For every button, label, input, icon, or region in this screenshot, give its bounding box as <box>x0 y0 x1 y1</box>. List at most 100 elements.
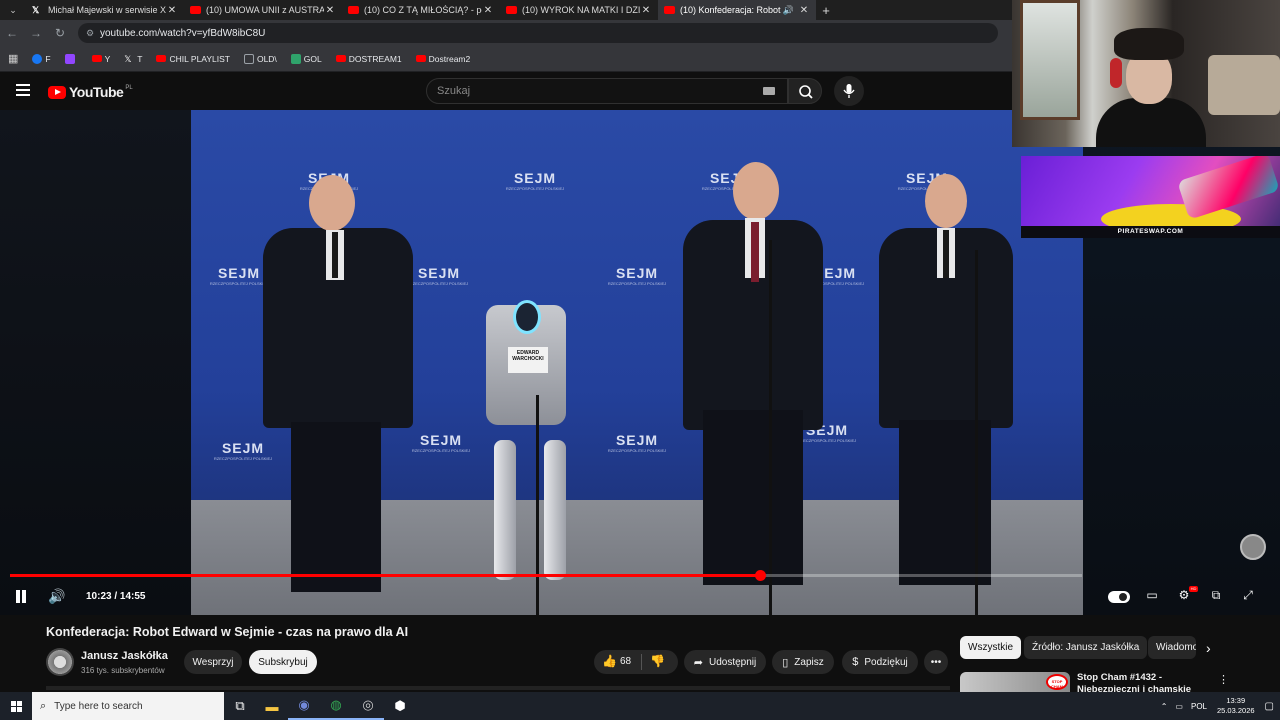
video-title: Konfederacja: Robot Edward w Sejmie - cz… <box>46 625 409 639</box>
file-explorer-icon[interactable]: ▬ <box>256 692 288 720</box>
apps-grid-icon[interactable]: ▦ <box>8 52 18 65</box>
bookmark-label: OLD\ <box>256 53 277 64</box>
bookmark-dostream2[interactable]: Dostream2 <box>415 53 471 64</box>
new-tab-button[interactable]: + <box>816 3 836 18</box>
more-actions-button[interactable]: ••• <box>924 650 948 674</box>
x-icon: 𝕏 <box>124 53 132 64</box>
logo-country: PL <box>125 85 133 91</box>
more-vertical-icon[interactable]: ⋮ <box>1218 673 1229 686</box>
speaker-icon[interactable]: 🔊 <box>783 5 794 16</box>
bookmark-gol[interactable]: GOL <box>290 53 322 64</box>
sejm-logo-text: SEJMRZECZPOSPOLITEJ POLSKIEJ <box>411 432 471 453</box>
youtube-logo[interactable]: YouTube PL <box>48 84 133 100</box>
close-tab-icon[interactable]: ✕ <box>482 5 494 16</box>
microphone-icon <box>843 84 855 98</box>
miniplayer-icon[interactable]: ⧉ <box>1207 588 1225 604</box>
fullscreen-icon[interactable]: ⤢ <box>1239 588 1257 604</box>
chip-news[interactable]: Wiadomo <box>1148 636 1196 659</box>
chip-source[interactable]: Źródło: Janusz Jaskółka <box>1024 636 1148 659</box>
language-indicator[interactable]: POL <box>1191 702 1207 711</box>
bookmark-label: DOSTREAM1 <box>348 53 402 64</box>
close-tab-icon[interactable]: ✕ <box>798 5 810 16</box>
browser-tab-3[interactable]: (10) WYROK NA MATKI I DZIECI ✕ <box>500 0 658 20</box>
bookmark-label: Dostream2 <box>428 53 471 64</box>
youtube-icon <box>190 6 201 14</box>
webcam-window-background <box>1020 0 1080 120</box>
more-dots-icon: ••• <box>930 656 942 668</box>
tab-search-chevron-icon[interactable]: ⌄ <box>0 0 26 20</box>
sejm-logo-text: SEJMRZECZPOSPOLITEJ POLSKIEJ <box>607 265 667 286</box>
subscribe-button[interactable]: Subskrybuj <box>249 650 317 674</box>
chevron-right-icon[interactable]: › <box>1206 640 1211 656</box>
share-button[interactable]: ➦ Udostępnij <box>684 650 766 674</box>
hd-badge: HD <box>1189 586 1198 592</box>
bookmark-old[interactable]: OLD\ <box>243 53 277 64</box>
search-input[interactable]: Szukaj <box>426 78 788 104</box>
channel-avatar[interactable] <box>46 648 74 676</box>
bookmark-twitch[interactable] <box>64 53 78 64</box>
obs-icon[interactable]: ◎ <box>352 692 384 720</box>
browser-tab-1[interactable]: (10) UMOWA UNII z AUSTRALIĄ ✕ <box>184 0 342 20</box>
pause-icon[interactable] <box>15 590 27 603</box>
back-arrow-icon[interactable]: ← <box>0 26 24 40</box>
bookmark-f[interactable]: F <box>32 53 51 64</box>
bookmark-label: Y <box>104 53 111 64</box>
bookmark-chil-playlist[interactable]: CHIL PLAYLIST <box>156 53 230 64</box>
keyboard-icon[interactable] <box>763 87 775 95</box>
channel-name[interactable]: Janusz Jaskółka <box>81 650 168 662</box>
chrome-icon[interactable]: ◍ <box>320 692 352 720</box>
reload-icon[interactable]: ↻ <box>48 26 72 40</box>
recommended-title[interactable]: Stop Cham #1432 - Niebezpieczni i chamsk… <box>1077 672 1197 692</box>
recommended-thumbnail[interactable]: STOP CHAM <box>960 672 1070 692</box>
close-tab-icon[interactable]: ✕ <box>640 5 652 16</box>
browser-tab-2[interactable]: (10) CO Z TĄ MIŁOŚCIĄ? - pole ✕ <box>342 0 500 20</box>
video-frame[interactable]: SEJM RZECZPOSPOLITEJ POLSKIEJ SEJM RZECZPO… <box>191 110 1083 615</box>
discord-icon[interactable]: ◉ <box>288 692 320 720</box>
notifications-icon[interactable]: ▢ <box>1265 701 1274 712</box>
volume-icon[interactable]: 🔊 <box>48 588 65 605</box>
windows-start-icon[interactable] <box>0 692 32 720</box>
microphone-stand <box>769 240 772 615</box>
close-tab-icon[interactable]: ✕ <box>166 5 178 16</box>
logo-text: YouTube <box>69 84 124 100</box>
bookmark-t[interactable]: 𝕏T <box>124 54 142 64</box>
thumbs-up-icon[interactable]: 👍 <box>602 654 617 668</box>
support-button[interactable]: Wesprzyj <box>184 650 242 674</box>
bookmark-dostream1[interactable]: DOSTREAM1 <box>335 53 402 64</box>
browser-tab-4-active[interactable]: (10) Konfederacja: Robot Ed 🔊 ✕ <box>658 0 816 20</box>
speaker-tie <box>332 232 338 278</box>
search-button[interactable] <box>788 78 822 104</box>
tab-title: (10) CO Z TĄ MIŁOŚCIĄ? - pole <box>364 5 482 15</box>
taskbar-search-placeholder: Type here to search <box>54 700 143 712</box>
progress-bar[interactable] <box>10 570 1082 581</box>
speaker-legs <box>291 422 381 592</box>
thanks-button[interactable]: $ Podziękuj <box>842 650 918 674</box>
menu-hamburger-icon[interactable] <box>16 84 30 96</box>
clock[interactable]: 13:39 25.03.2026 <box>1217 696 1255 716</box>
thumbs-down-icon[interactable]: 👎 <box>650 654 665 668</box>
network-icon[interactable]: ▭ <box>1175 702 1183 711</box>
robot-leg <box>544 440 566 580</box>
channel-watermark-icon[interactable] <box>1240 534 1266 560</box>
taskbar-search-input[interactable]: ⌕ Type here to search <box>32 692 224 720</box>
description-box-edge <box>46 686 950 690</box>
pin-app-icon[interactable]: ⬢ <box>384 692 416 720</box>
save-button[interactable]: ▯ Zapisz <box>772 650 834 674</box>
browser-tab-0[interactable]: 𝕏 Michał Majewski w serwisie X: ✕ <box>26 0 184 20</box>
url-field[interactable]: ⚙ youtube.com/watch?v=yfBdW8ibC8U <box>78 23 998 43</box>
task-view-icon[interactable]: ⧉ <box>224 692 256 720</box>
bookmark-label: GOL <box>303 53 322 64</box>
bookmark-label: CHIL PLAYLIST <box>169 53 230 64</box>
close-tab-icon[interactable]: ✕ <box>324 5 336 16</box>
chip-all[interactable]: Wszystkie <box>960 636 1021 659</box>
bookmark-y[interactable]: Y <box>91 53 111 64</box>
autoplay-toggle[interactable] <box>1108 591 1130 603</box>
subtitles-icon[interactable]: ▭ <box>1143 588 1161 604</box>
site-info-icon[interactable]: ⚙ <box>86 28 100 39</box>
forward-arrow-icon[interactable]: → <box>24 26 48 40</box>
voice-search-button[interactable] <box>834 76 864 106</box>
microphone-stand <box>975 250 978 615</box>
headset-icon <box>1110 58 1122 88</box>
browser-tab-strip: ⌄ 𝕏 Michał Majewski w serwisie X: ✕ (10)… <box>0 0 1012 20</box>
chevron-up-icon[interactable]: ⌃ <box>1161 702 1168 711</box>
